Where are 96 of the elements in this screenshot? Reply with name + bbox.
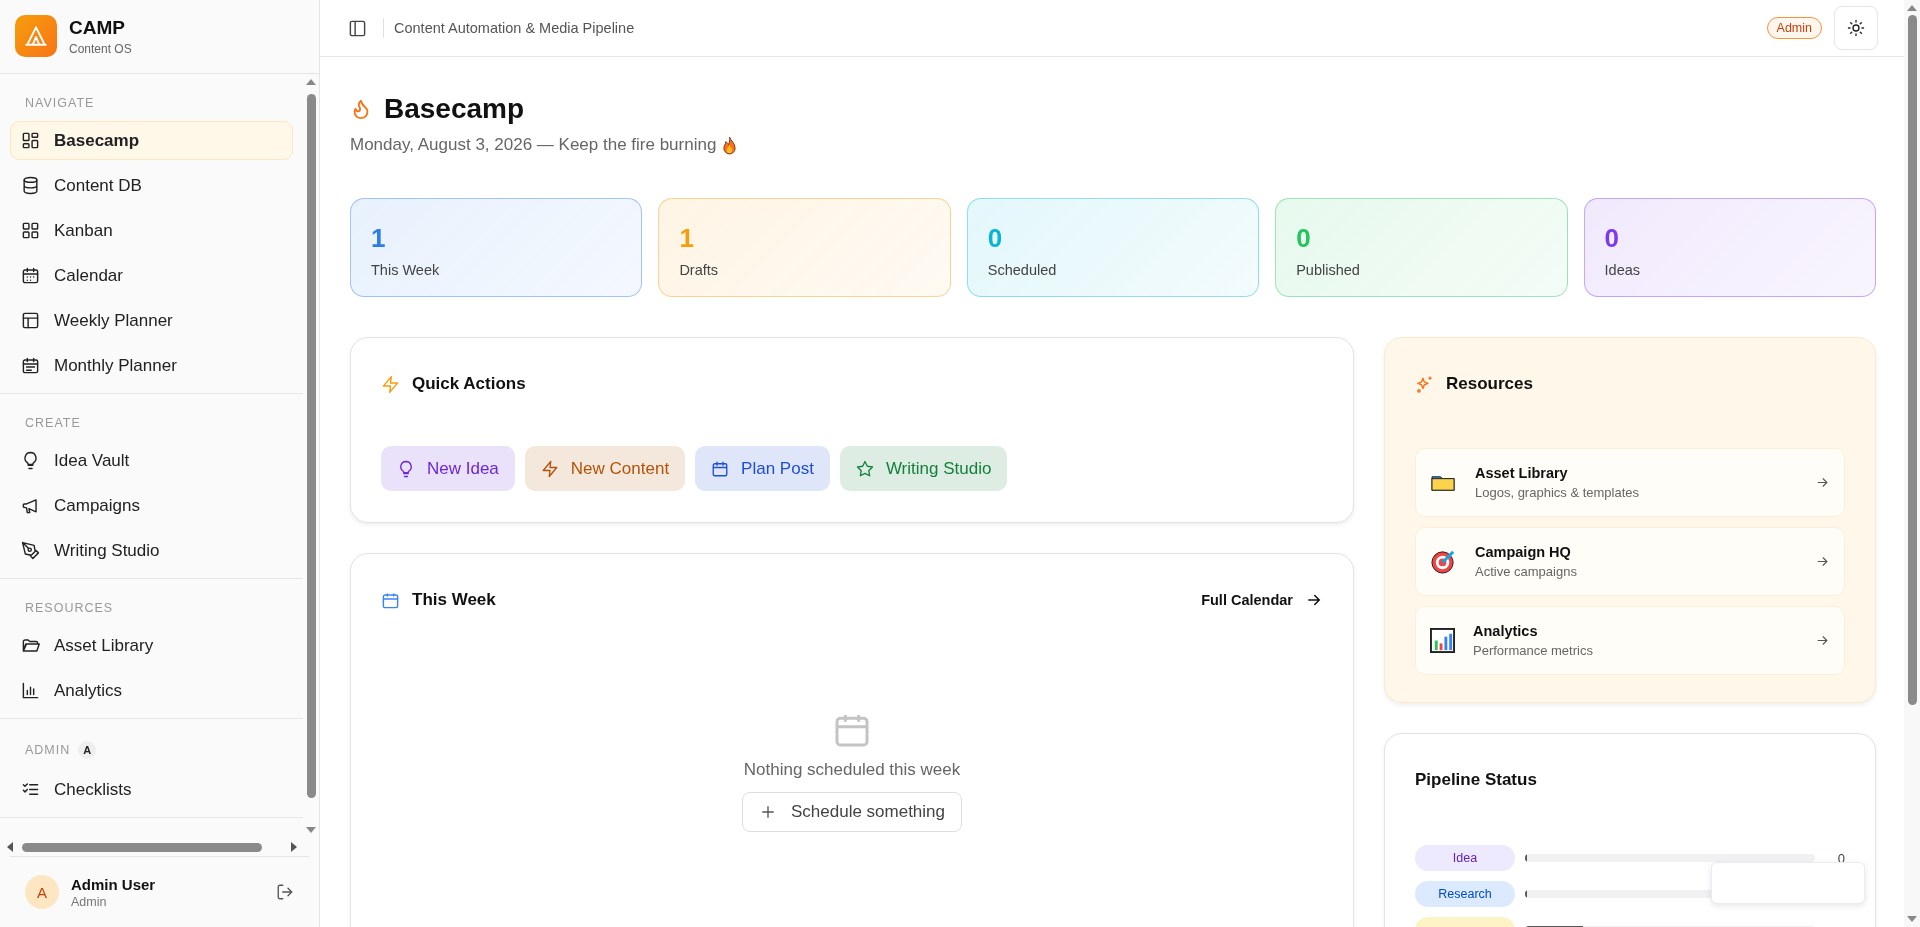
card-title: Pipeline Status [1415, 770, 1538, 790]
target-icon [1430, 548, 1457, 575]
calendar-icon [21, 356, 40, 375]
database-icon [21, 176, 40, 195]
card-title: Resources [1446, 374, 1533, 394]
lightning-icon [540, 459, 559, 478]
stat-value: 0 [1296, 223, 1312, 254]
resource-title: Analytics [1473, 623, 1539, 639]
stat-label: Published [1296, 262, 1361, 278]
bar-chart-icon [21, 681, 40, 700]
nav-item[interactable]: Weekly Planner [10, 301, 293, 340]
grid-icon [21, 221, 40, 240]
pen-icon [21, 541, 40, 560]
scroll-down-icon[interactable] [1907, 915, 1917, 923]
quick-action-button[interactable]: Writing Studio [839, 446, 1008, 491]
sparkle-icon [1415, 374, 1434, 394]
app-title: Content Automation & Media Pipeline [394, 20, 635, 36]
megaphone-icon [21, 496, 40, 515]
resource-item[interactable]: Asset Library Logos, graphics & templates [1415, 448, 1845, 517]
nav-item[interactable]: Basecamp [10, 121, 293, 160]
quick-action-button[interactable]: New Idea [381, 446, 515, 491]
lightning-icon [381, 374, 400, 394]
stat-label: This Week [371, 262, 441, 278]
section-title: ADMIN [25, 743, 71, 757]
nav-item[interactable]: Analytics [10, 671, 293, 710]
nav-item[interactable]: Monthly Planner [10, 346, 293, 385]
tent-logo-icon [15, 15, 57, 57]
full-calendar-link[interactable]: Full Calendar [1201, 591, 1323, 609]
fire-icon [722, 135, 738, 155]
resource-title: Campaign HQ [1475, 544, 1572, 560]
nav-item[interactable]: Writing Studio [10, 531, 293, 570]
nav-item[interactable]: Calendar [10, 256, 293, 295]
lightbulb-icon [21, 451, 40, 470]
scroll-right-icon[interactable] [290, 842, 298, 852]
nav-item[interactable]: Campaigns [10, 486, 293, 525]
section-title: CREATE [25, 416, 81, 430]
stat-label: Ideas [1604, 262, 1642, 278]
section-title: NAVIGATE [25, 96, 95, 110]
resource-subtitle: Performance metrics [1473, 643, 1594, 658]
arrow-right-icon [1815, 633, 1830, 648]
scrollbar-thumb[interactable] [1907, 15, 1917, 705]
lightbulb-icon [397, 459, 415, 478]
stat-value: 0 [987, 223, 1004, 254]
logout-icon[interactable] [276, 883, 294, 901]
empty-state-text: Nothing scheduled this week [743, 760, 961, 780]
user-avatar: A [25, 875, 59, 909]
stage-pill: Research [1415, 881, 1515, 907]
stage-pill: Idea [1415, 845, 1515, 871]
nav-item[interactable]: Checklists [10, 770, 293, 809]
sidebar-toggle-icon[interactable] [348, 18, 367, 38]
resource-item[interactable]: Analytics Performance metrics [1415, 606, 1845, 675]
stat-value: 1 [679, 223, 695, 254]
stat-label: Scheduled [987, 262, 1058, 278]
calendar-icon [381, 590, 400, 610]
scrollbar-thumb[interactable] [22, 842, 262, 852]
resource-subtitle: Logos, graphics & templates [1475, 485, 1641, 500]
card-title: Quick Actions [412, 374, 526, 394]
scrollbar-thumb[interactable] [306, 94, 316, 798]
resource-subtitle: Active campaigns [1475, 564, 1578, 579]
resource-title: Asset Library [1475, 465, 1569, 481]
schedule-button[interactable]: Schedule something [741, 792, 962, 832]
user-name: Admin User [71, 875, 157, 893]
section-title: RESOURCES [25, 601, 114, 615]
brand-tagline: Content OS [69, 41, 132, 56]
nav-item[interactable]: Idea Vault [10, 441, 293, 480]
quick-action-button[interactable]: New Content [524, 446, 686, 491]
scroll-up-icon[interactable] [306, 78, 316, 86]
sun-icon [1847, 19, 1865, 37]
folder-icon [21, 636, 40, 655]
card-title: This Week [412, 590, 496, 610]
resource-item[interactable]: Campaign HQ Active campaigns [1415, 527, 1845, 596]
arrow-right-icon [1815, 554, 1830, 569]
calendar-icon [21, 266, 40, 285]
scroll-up-icon[interactable] [1907, 4, 1917, 12]
stat-value: 1 [371, 223, 387, 254]
nav-item[interactable]: Content DB [10, 166, 293, 205]
stat-value: 0 [1604, 223, 1621, 254]
stat-label: Drafts [679, 262, 720, 278]
user-role: Admin [71, 894, 108, 909]
nav-item[interactable]: Asset Library [10, 626, 293, 665]
section-badge: A [78, 741, 97, 759]
layout-icon [21, 311, 40, 330]
arrow-right-icon [1815, 475, 1830, 490]
scroll-left-icon[interactable] [6, 842, 14, 852]
nav-item[interactable]: Kanban [10, 211, 293, 250]
star-icon [855, 459, 874, 478]
theme-toggle-button[interactable] [1834, 6, 1878, 50]
brand-name: CAMP [69, 16, 126, 39]
role-badge: Admin [1766, 17, 1822, 39]
quick-action-button[interactable]: Plan Post [695, 446, 830, 491]
dashboard-icon [21, 131, 40, 150]
page-title: Basecamp [384, 93, 525, 125]
page-subtitle: Monday, August 3, 2026 — Keep the fire burning [350, 135, 717, 155]
bar-chart-icon [1430, 628, 1455, 653]
calendar-icon [711, 459, 730, 478]
scroll-down-icon[interactable] [306, 826, 316, 834]
